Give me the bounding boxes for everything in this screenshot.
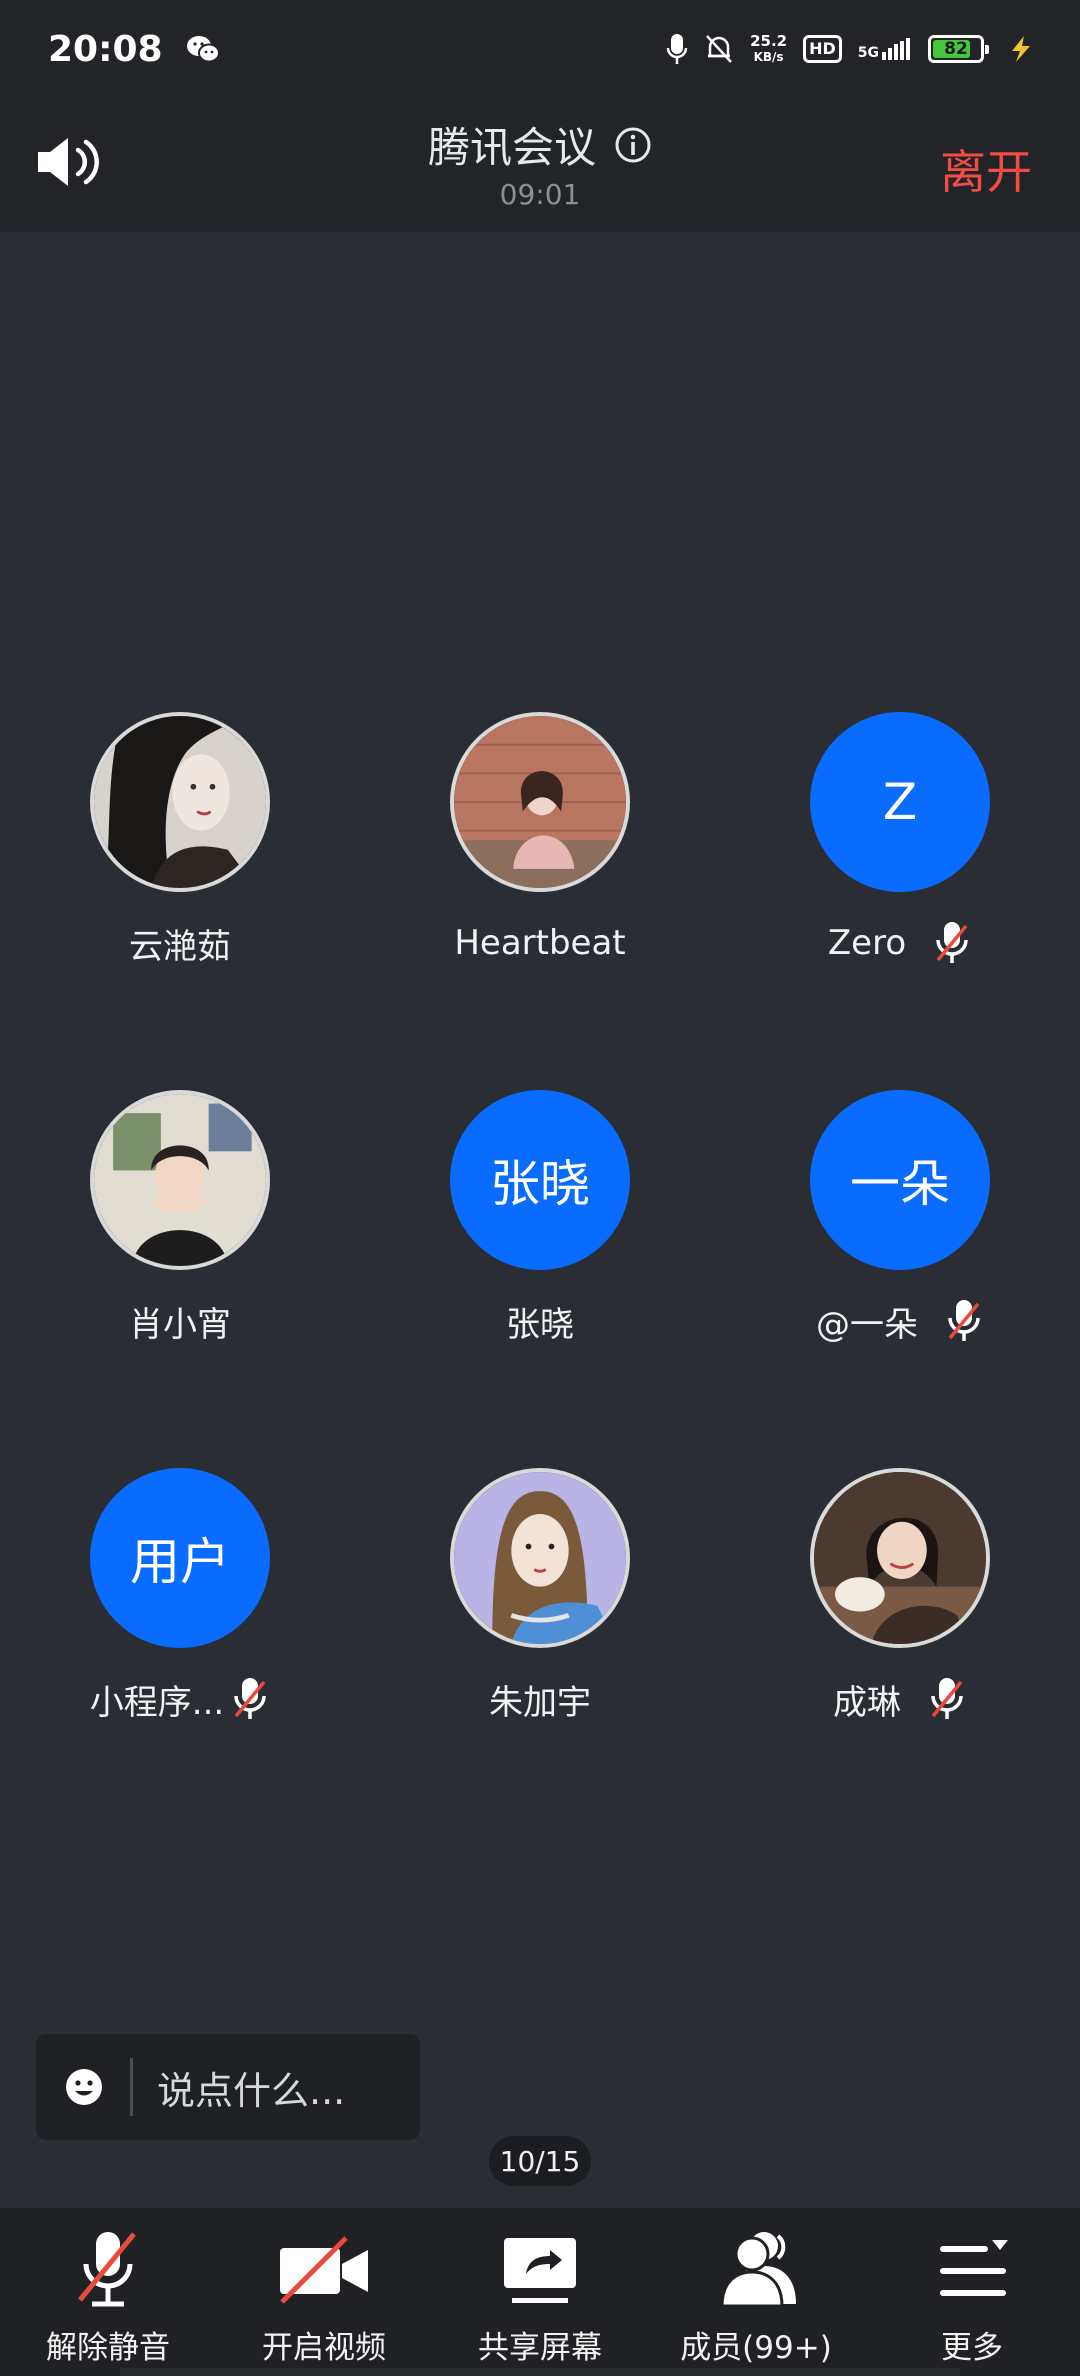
meeting-timer: 09:01 [499, 178, 581, 211]
participant-name: 朱加宇 [489, 1682, 591, 1723]
members-label: 成员(99+) [680, 2330, 832, 2366]
participant-name-row: 小程序... [0, 1674, 360, 1724]
participant-name: Heartbeat [454, 923, 626, 963]
participant-name: 肖小宵 [129, 1304, 231, 1345]
charging-icon [1012, 36, 1030, 62]
meeting-header: 腾讯会议 09:01 离开 [0, 98, 1080, 232]
participant-tile[interactable]: 张晓 张晓 [360, 1078, 720, 1378]
network-speed: 25.2 KB/s [750, 33, 787, 65]
mic-muted-icon [931, 1678, 963, 1719]
avatar-photo-illustration [454, 1472, 626, 1644]
avatar-photo-illustration [94, 1094, 266, 1266]
more-label: 更多 [941, 2330, 1003, 2366]
participant-tile[interactable]: 用户 小程序... [0, 1456, 360, 1756]
mic-muted-icon [234, 1678, 266, 1719]
avatar: Z [810, 712, 990, 892]
chat-input[interactable]: 说点什么... [36, 2034, 420, 2140]
participant-name-row: 云滟茹 [0, 918, 360, 968]
avatar-photo-illustration [814, 1472, 986, 1644]
meeting-title: 腾讯会议 [427, 123, 596, 172]
info-icon[interactable] [614, 126, 652, 164]
hd-badge: HD [803, 35, 842, 63]
participant-tile[interactable]: 朱加宇 [360, 1456, 720, 1756]
start-video-button[interactable]: 开启视频 [216, 2208, 432, 2376]
avatar-photo-illustration [454, 716, 626, 888]
chat-divider [130, 2058, 133, 2116]
avatar: 一朵 [810, 1090, 990, 1270]
leave-button[interactable]: 离开 [940, 136, 1032, 202]
avatar: 张晓 [450, 1090, 630, 1270]
participant-tile[interactable]: Z Zero [720, 700, 1080, 1000]
participant-tile[interactable]: Heartbeat [360, 700, 720, 1000]
participant-name-row: 成琳 [720, 1674, 1080, 1724]
participant-name: 成琳 [833, 1682, 901, 1723]
battery-indicator: 82 [928, 35, 989, 63]
bottom-toolbar: 解除静音 开启视频 共享屏幕 成员(99+) 更多 [0, 2208, 1080, 2376]
participant-name-row: @一朵 [720, 1296, 1080, 1346]
avatar [450, 712, 630, 892]
members-icon [720, 2232, 796, 2308]
video-off-icon [280, 2236, 368, 2304]
signal-bars-icon [882, 38, 910, 60]
more-menu-icon [940, 2240, 1008, 2296]
signal-indicator: 5G [858, 38, 912, 60]
share-screen-button[interactable]: 共享屏幕 [432, 2208, 648, 2376]
avatar [90, 712, 270, 892]
participant-name: 云滟茹 [129, 926, 231, 967]
status-time: 20:08 [48, 28, 163, 70]
bell-muted-icon [706, 35, 732, 63]
chat-placeholder: 说点什么... [157, 2068, 346, 2113]
unmute-label: 解除静音 [46, 2330, 170, 2366]
signal-label: 5G [857, 45, 879, 61]
mic-muted-icon [936, 922, 968, 963]
wechat-icon [186, 36, 220, 63]
avatar [90, 1090, 270, 1270]
microphone-status-icon [666, 34, 688, 64]
participant-name-row: Zero [720, 918, 1080, 968]
participant-name-row: 肖小宵 [0, 1296, 360, 1346]
page-indicator: 10/15 [489, 2136, 591, 2186]
participant-name-row: Heartbeat [360, 918, 720, 968]
avatar-photo-illustration [94, 716, 266, 888]
avatar [450, 1468, 630, 1648]
share-screen-label: 共享屏幕 [478, 2330, 602, 2366]
participant-name-row: 张晓 [360, 1296, 720, 1346]
emoji-icon[interactable] [64, 2067, 104, 2107]
unmute-button[interactable]: 解除静音 [0, 2208, 216, 2376]
home-indicator [120, 2368, 960, 2376]
avatar: 用户 [90, 1468, 270, 1648]
meeting-title-row[interactable]: 腾讯会议 [0, 114, 1080, 175]
status-bar: 20:08 25.2 KB/s HD 5G 82 [0, 0, 1080, 98]
avatar [810, 1468, 990, 1648]
participant-name: @一朵 [816, 1304, 918, 1345]
share-screen-icon [504, 2238, 576, 2303]
participant-name: Zero [827, 923, 907, 963]
participant-name: 张晓 [506, 1304, 574, 1345]
more-button[interactable]: 更多 [864, 2208, 1080, 2376]
mic-muted-icon [948, 1300, 980, 1341]
participant-name-row: 朱加宇 [360, 1674, 720, 1724]
network-speed-unit: KB/s [753, 50, 784, 64]
participant-tile[interactable]: 云滟茹 [0, 700, 360, 1000]
status-icons: 25.2 KB/s HD 5G 82 [666, 32, 1036, 66]
network-speed-value: 25.2 [750, 32, 788, 50]
start-video-label: 开启视频 [262, 2330, 386, 2366]
participant-tile[interactable]: 肖小宵 [0, 1078, 360, 1378]
participant-tile[interactable]: 成琳 [720, 1456, 1080, 1756]
mic-muted-icon [78, 2232, 136, 2307]
meeting-screen: 20:08 25.2 KB/s HD 5G 82 腾讯会议 09:01 离开 云… [0, 0, 1080, 2376]
participant-tile[interactable]: 一朵 @一朵 [720, 1078, 1080, 1378]
battery-level: 82 [944, 39, 968, 59]
participant-name: 小程序... [89, 1682, 225, 1723]
members-button[interactable]: 成员(99+) [648, 2208, 864, 2376]
